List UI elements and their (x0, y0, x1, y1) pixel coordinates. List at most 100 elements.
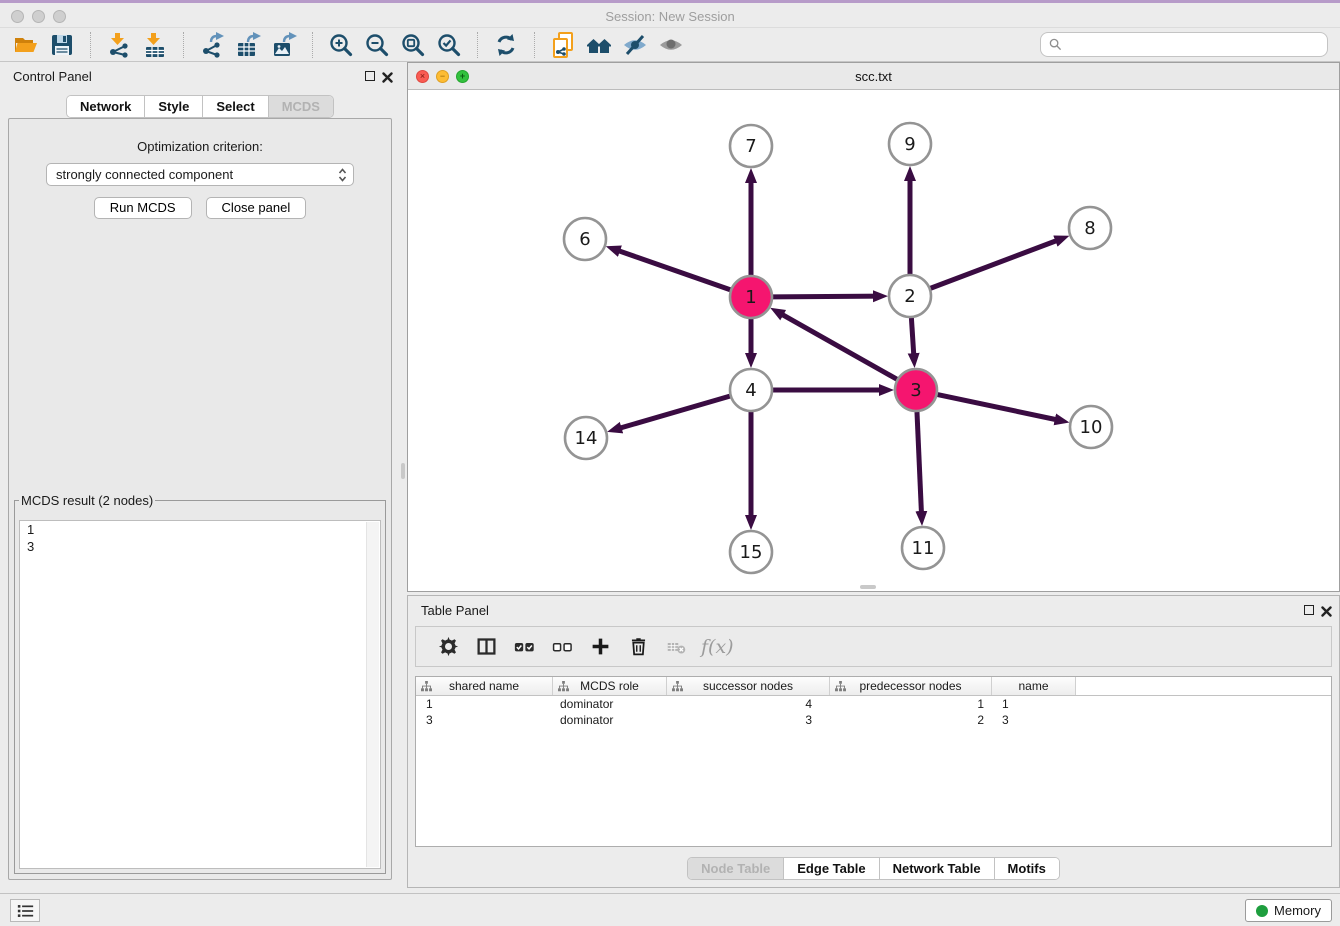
zoom-in-icon[interactable] (323, 30, 359, 60)
graph-edge-1-6[interactable] (612, 249, 730, 290)
graph-node-6[interactable]: 6 (564, 218, 606, 260)
graph-node-3[interactable]: 3 (895, 369, 937, 411)
graph-node-label: 8 (1084, 218, 1095, 239)
tab-motifs[interactable]: Motifs (994, 858, 1059, 879)
control-panel-title: Control Panel (13, 69, 92, 84)
graph-edge-3-10[interactable] (938, 395, 1063, 421)
graph-node-14[interactable]: 14 (565, 417, 607, 459)
open-file-icon[interactable] (8, 30, 44, 60)
float-panel-icon[interactable] (365, 71, 375, 81)
import-table-icon[interactable] (137, 30, 173, 60)
table-row[interactable]: 1 dominator 4 1 1 (416, 696, 1331, 712)
select-all-rows-icon[interactable] (505, 632, 543, 662)
cell-predecessor-nodes[interactable]: 2 (830, 713, 992, 727)
double-house-icon[interactable] (581, 30, 617, 60)
graph-edge-1-2[interactable] (773, 296, 881, 297)
graph-node-7[interactable]: 7 (730, 125, 772, 167)
cell-mcds-role[interactable]: dominator (553, 713, 667, 727)
column-header-shared-name[interactable]: shared name (416, 677, 553, 695)
gear-icon[interactable] (429, 632, 467, 662)
graph-edge-2-8[interactable] (931, 238, 1063, 288)
tab-node-table[interactable]: Node Table (688, 858, 783, 879)
cell-mcds-role[interactable]: dominator (553, 697, 667, 711)
graph-node-2[interactable]: 2 (889, 275, 931, 317)
apply-layout-icon[interactable] (488, 30, 524, 60)
cell-successor-nodes[interactable]: 3 (667, 713, 830, 727)
float-table-panel-icon[interactable] (1304, 605, 1314, 615)
graph-node-15[interactable]: 15 (730, 531, 772, 573)
toolbar-separator (90, 32, 91, 58)
app-titlebar: Session: New Session (0, 0, 1340, 28)
cell-predecessor-nodes[interactable]: 1 (830, 697, 992, 711)
tab-style[interactable]: Style (144, 96, 202, 117)
clone-network-icon[interactable] (545, 30, 581, 60)
tab-mcds[interactable]: MCDS (268, 96, 333, 117)
function-builder-icon[interactable]: f(x) (701, 636, 734, 658)
graph-node-8[interactable]: 8 (1069, 207, 1111, 249)
split-panel-icon[interactable] (467, 632, 505, 662)
cell-shared-name[interactable]: 1 (416, 697, 553, 711)
deselect-all-rows-icon[interactable] (543, 632, 581, 662)
graph-node-1[interactable]: 1 (730, 276, 772, 318)
zoom-selected-icon[interactable] (431, 30, 467, 60)
memory-button[interactable]: Memory (1245, 899, 1332, 922)
network-canvas[interactable]: 7 9 6 8 1 2 4 3 14 10 15 11 (408, 90, 1339, 591)
memory-status-icon (1256, 905, 1268, 917)
column-header-successor-nodes[interactable]: successor nodes (667, 677, 830, 695)
show-hidden-icon[interactable] (653, 30, 689, 60)
network-view-title: scc.txt (408, 69, 1339, 84)
graph-edge-2-3[interactable] (911, 318, 914, 361)
cell-name[interactable]: 3 (992, 713, 1076, 727)
run-mcds-button[interactable]: Run MCDS (94, 197, 192, 219)
search-input[interactable] (1067, 37, 1319, 52)
zoom-out-icon[interactable] (359, 30, 395, 60)
tab-network-table[interactable]: Network Table (879, 858, 994, 879)
select-stepper-icon (338, 167, 347, 186)
cell-successor-nodes[interactable]: 4 (667, 697, 830, 711)
mcds-result-box: MCDS result (2 nodes) 1 3 (14, 493, 386, 874)
graph-edge-4-14[interactable] (614, 396, 730, 430)
graph-node-label: 9 (904, 134, 915, 155)
import-network-icon[interactable] (101, 30, 137, 60)
column-header-predecessor-nodes[interactable]: predecessor nodes (830, 677, 992, 695)
column-header-name[interactable]: name (992, 677, 1076, 695)
toolbar-separator (183, 32, 184, 58)
toolbar-separator (477, 32, 478, 58)
close-panel-button[interactable]: Close panel (206, 197, 307, 219)
graph-node-11[interactable]: 11 (902, 527, 944, 569)
cell-name[interactable]: 1 (992, 697, 1076, 711)
close-table-panel-icon[interactable] (1321, 604, 1332, 615)
window-title: Session: New Session (0, 9, 1340, 24)
graph-node-label: 11 (912, 538, 935, 559)
cell-shared-name[interactable]: 3 (416, 713, 553, 727)
export-table-icon[interactable] (230, 30, 266, 60)
hierarchy-icon (558, 681, 569, 692)
tab-edge-table[interactable]: Edge Table (783, 858, 878, 879)
tab-network[interactable]: Network (67, 96, 144, 117)
search-field[interactable] (1040, 32, 1328, 57)
hide-selected-icon[interactable] (617, 30, 653, 60)
column-header-mcds-role[interactable]: MCDS role (553, 677, 667, 695)
close-panel-icon[interactable] (382, 70, 393, 81)
task-history-button[interactable] (10, 899, 40, 922)
graph-node-9[interactable]: 9 (889, 123, 931, 165)
tab-select[interactable]: Select (202, 96, 267, 117)
panel-splitter-grip[interactable] (401, 463, 405, 479)
canvas-scroll-grip[interactable] (860, 585, 876, 589)
table-row[interactable]: 3 dominator 3 2 3 (416, 712, 1331, 728)
network-window-titlebar[interactable]: × − + scc.txt (408, 63, 1339, 90)
export-network-icon[interactable] (194, 30, 230, 60)
export-image-icon[interactable] (266, 30, 302, 60)
delete-column-icon[interactable] (619, 632, 657, 662)
network-graph[interactable]: 7 9 6 8 1 2 4 3 14 10 15 11 (408, 90, 1339, 591)
graph-node-10[interactable]: 10 (1070, 406, 1112, 448)
graph-edge-3-1[interactable] (776, 311, 897, 379)
save-session-icon[interactable] (44, 30, 80, 60)
zoom-fit-icon[interactable] (395, 30, 431, 60)
add-column-icon[interactable] (581, 632, 619, 662)
result-scrollbar[interactable] (366, 522, 379, 867)
delete-table-icon[interactable] (657, 632, 695, 662)
criterion-select[interactable]: strongly connected component (46, 163, 354, 186)
graph-edge-3-11[interactable] (917, 412, 922, 519)
graph-node-4[interactable]: 4 (730, 369, 772, 411)
